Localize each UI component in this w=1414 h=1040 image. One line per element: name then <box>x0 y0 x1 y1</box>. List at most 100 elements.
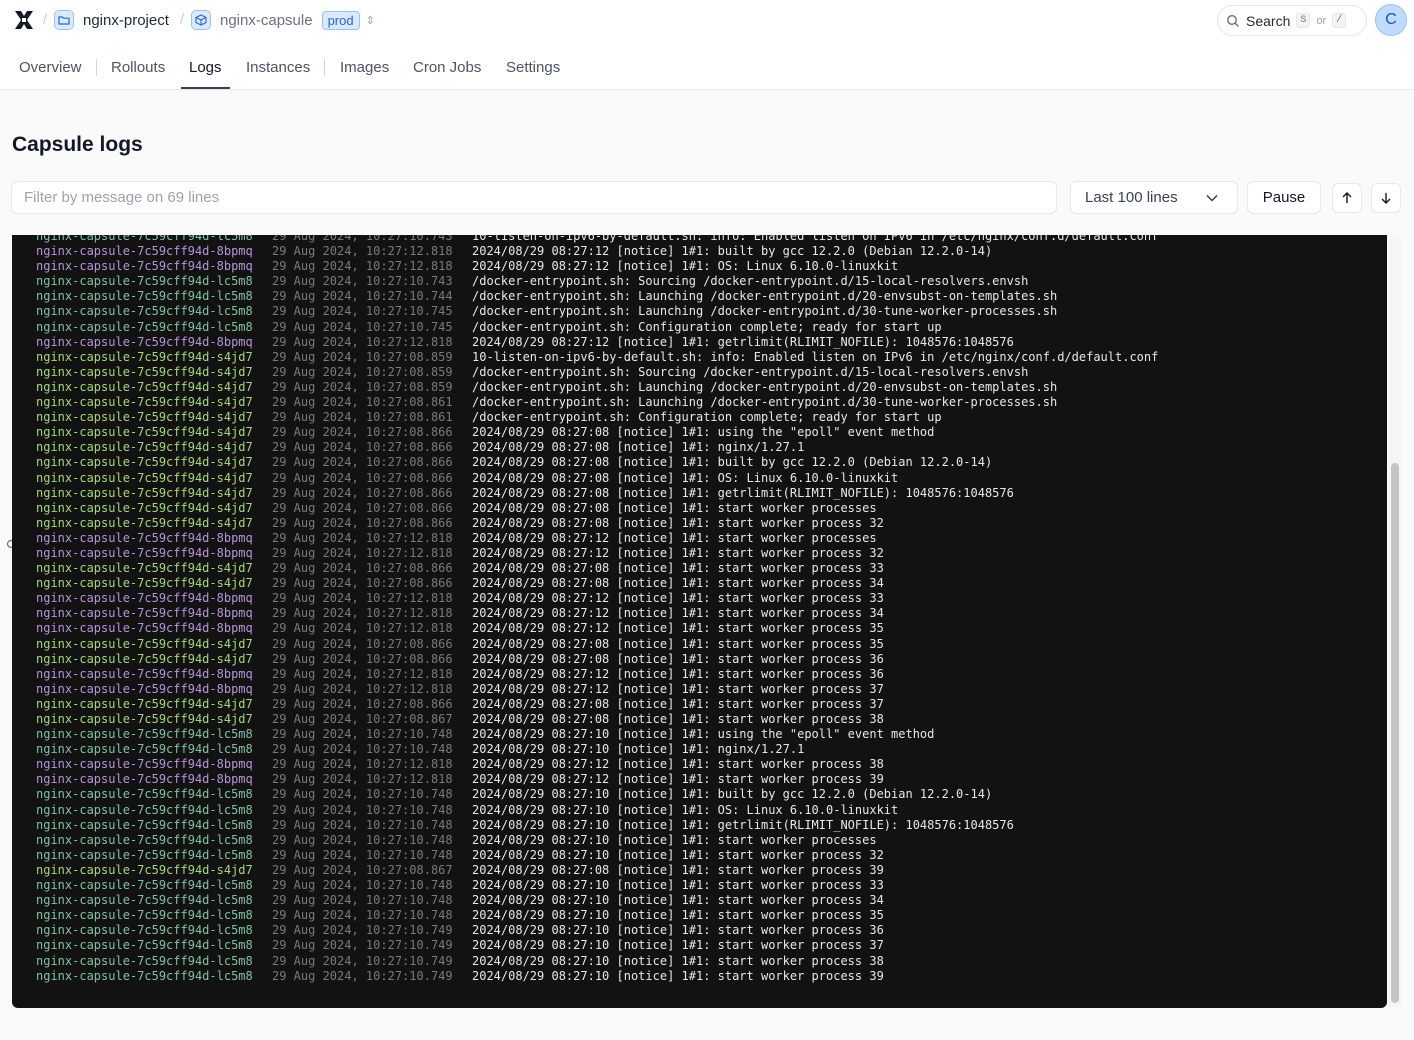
log-line: nginx-capsule-7c59cff94d-s4jd7 29 Aug 202… <box>12 365 1387 380</box>
log-line: nginx-capsule-7c59cff94d-lc5m8 29 Aug 202… <box>12 818 1387 833</box>
breadcrumb-capsule[interactable]: nginx-capsule prod ⇕ <box>191 9 375 31</box>
lines-select[interactable]: Last 100 lines <box>1070 181 1238 214</box>
search-button[interactable]: Search S or / <box>1217 5 1367 36</box>
log-instance: nginx-capsule-7c59cff94d-lc5m8 <box>36 878 253 893</box>
log-instance: nginx-capsule-7c59cff94d-s4jd7 <box>36 410 253 425</box>
log-instance: nginx-capsule-7c59cff94d-s4jd7 <box>36 651 253 666</box>
log-line: nginx-capsule-7c59cff94d-8bpmq 29 Aug 202… <box>12 621 1387 636</box>
log-instance: nginx-capsule-7c59cff94d-8bpmq <box>36 259 253 274</box>
log-filter-input[interactable] <box>11 181 1057 214</box>
scroll-to-bottom-button[interactable] <box>1371 183 1401 213</box>
log-line: nginx-capsule-7c59cff94d-8bpmq 29 Aug 202… <box>12 335 1387 350</box>
page-title: Capsule logs <box>12 133 143 156</box>
log-instance: nginx-capsule-7c59cff94d-lc5m8 <box>36 727 253 742</box>
log-timestamp: 29 Aug 2024, 10:27:12.818 <box>272 621 453 636</box>
log-timestamp: 29 Aug 2024, 10:27:10.748 <box>272 787 453 802</box>
log-line: nginx-capsule-7c59cff94d-8bpmq 29 Aug 202… <box>12 772 1387 787</box>
log-instance: nginx-capsule-7c59cff94d-lc5m8 <box>36 968 253 983</box>
tab-images[interactable]: Images <box>340 45 389 90</box>
log-scrollbar[interactable] <box>1389 235 1401 1008</box>
search-label: Search <box>1246 12 1291 29</box>
log-timestamp: 29 Aug 2024, 10:27:08.866 <box>272 440 453 455</box>
log-timestamp: 29 Aug 2024, 10:27:12.818 <box>272 606 453 621</box>
log-timestamp: 29 Aug 2024, 10:27:12.818 <box>272 259 453 274</box>
log-instance: nginx-capsule-7c59cff94d-lc5m8 <box>36 938 253 953</box>
log-line: nginx-capsule-7c59cff94d-lc5m8 29 Aug 202… <box>12 954 1387 969</box>
log-timestamp: 29 Aug 2024, 10:27:08.861 <box>272 410 453 425</box>
log-message: 10-listen-on-ipv6-by-default.sh: info: E… <box>472 349 1159 364</box>
log-line: nginx-capsule-7c59cff94d-s4jd7 29 Aug 202… <box>12 576 1387 591</box>
scrollbar-thumb[interactable] <box>1391 463 1399 1003</box>
log-line: nginx-capsule-7c59cff94d-s4jd7 29 Aug 202… <box>12 380 1387 395</box>
breadcrumb-project[interactable]: nginx-project <box>54 9 169 31</box>
log-line: nginx-capsule-7c59cff94d-lc5m8 29 Aug 202… <box>12 893 1387 908</box>
log-timestamp: 29 Aug 2024, 10:27:10.744 <box>272 289 453 304</box>
log-line: nginx-capsule-7c59cff94d-lc5m8 29 Aug 202… <box>12 274 1387 289</box>
log-lines: nginx-capsule-7c59cff94d-lc5m8 29 Aug 202… <box>12 235 1387 984</box>
log-line: nginx-capsule-7c59cff94d-lc5m8 29 Aug 202… <box>12 787 1387 802</box>
log-timestamp: 29 Aug 2024, 10:27:10.748 <box>272 878 453 893</box>
capsule-icon <box>191 10 211 30</box>
log-viewer[interactable]: nginx-capsule-7c59cff94d-lc5m8 29 Aug 202… <box>12 235 1387 1008</box>
log-message: 2024/08/29 08:27:08 [notice] 1#1: using … <box>472 425 935 440</box>
log-timestamp: 29 Aug 2024, 10:27:08.866 <box>272 576 453 591</box>
log-line: nginx-capsule-7c59cff94d-lc5m8 29 Aug 202… <box>12 727 1387 742</box>
log-line: nginx-capsule-7c59cff94d-8bpmq 29 Aug 202… <box>12 259 1387 274</box>
log-instance: nginx-capsule-7c59cff94d-lc5m8 <box>36 319 253 334</box>
rig-logo-icon[interactable] <box>13 9 35 31</box>
tab-logs[interactable]: Logs <box>189 45 222 90</box>
shortcut-or: or <box>1316 14 1327 27</box>
log-line: nginx-capsule-7c59cff94d-s4jd7 29 Aug 202… <box>12 712 1387 727</box>
user-avatar[interactable]: C <box>1375 4 1407 36</box>
tab-instances[interactable]: Instances <box>246 45 310 90</box>
tab-settings[interactable]: Settings <box>506 45 560 90</box>
log-message: 2024/08/29 08:27:10 [notice] 1#1: start … <box>472 968 884 983</box>
tab-overview[interactable]: Overview <box>19 45 82 90</box>
log-message: 2024/08/29 08:27:10 [notice] 1#1: OS: Li… <box>472 802 899 817</box>
lines-select-value: Last 100 lines <box>1085 189 1178 206</box>
log-timestamp: 29 Aug 2024, 10:27:12.818 <box>272 591 453 606</box>
log-timestamp: 29 Aug 2024, 10:27:08.866 <box>272 651 453 666</box>
log-timestamp: 29 Aug 2024, 10:27:10.748 <box>272 802 453 817</box>
log-message: 2024/08/29 08:27:12 [notice] 1#1: start … <box>472 621 884 636</box>
log-line: nginx-capsule-7c59cff94d-s4jd7 29 Aug 202… <box>12 652 1387 667</box>
chevron-up-down-icon[interactable]: ⇕ <box>366 14 375 27</box>
log-line: nginx-capsule-7c59cff94d-lc5m8 29 Aug 202… <box>12 848 1387 863</box>
pause-button[interactable]: Pause <box>1247 181 1321 214</box>
breadcrumb-separator: / <box>43 11 48 28</box>
log-message: 2024/08/29 08:27:12 [notice] 1#1: getrli… <box>472 334 1014 349</box>
log-timestamp: 29 Aug 2024, 10:27:12.818 <box>272 530 453 545</box>
log-message: 2024/08/29 08:27:08 [notice] 1#1: start … <box>472 862 884 877</box>
log-instance: nginx-capsule-7c59cff94d-lc5m8 <box>36 787 253 802</box>
log-instance: nginx-capsule-7c59cff94d-lc5m8 <box>36 304 253 319</box>
log-instance: nginx-capsule-7c59cff94d-lc5m8 <box>36 953 253 968</box>
log-line: nginx-capsule-7c59cff94d-lc5m8 29 Aug 202… <box>12 833 1387 848</box>
log-message: 2024/08/29 08:27:08 [notice] 1#1: start … <box>472 651 884 666</box>
log-instance: nginx-capsule-7c59cff94d-s4jd7 <box>36 696 253 711</box>
log-message: 2024/08/29 08:27:08 [notice] 1#1: built … <box>472 455 993 470</box>
log-message: 2024/08/29 08:27:08 [notice] 1#1: OS: Li… <box>472 470 899 485</box>
log-timestamp: 29 Aug 2024, 10:27:08.859 <box>272 379 453 394</box>
top-bar: / nginx-project / nginx-capsule prod ⇕ S… <box>0 0 1414 45</box>
log-timestamp: 29 Aug 2024, 10:27:10.743 <box>272 235 453 243</box>
log-message: /docker-entrypoint.sh: Sourcing /docker-… <box>472 364 1029 379</box>
log-instance: nginx-capsule-7c59cff94d-s4jd7 <box>36 395 253 410</box>
log-message: 2024/08/29 08:27:08 [notice] 1#1: start … <box>472 561 884 576</box>
log-message: 2024/08/29 08:27:10 [notice] 1#1: start … <box>472 878 884 893</box>
scroll-to-top-button[interactable] <box>1332 183 1362 213</box>
log-message: /docker-entrypoint.sh: Sourcing /docker-… <box>472 274 1029 289</box>
log-timestamp: 29 Aug 2024, 10:27:08.866 <box>272 500 453 515</box>
log-line: nginx-capsule-7c59cff94d-s4jd7 29 Aug 202… <box>12 697 1387 712</box>
log-message: 2024/08/29 08:27:10 [notice] 1#1: start … <box>472 953 884 968</box>
log-line: nginx-capsule-7c59cff94d-s4jd7 29 Aug 202… <box>12 440 1387 455</box>
log-line: nginx-capsule-7c59cff94d-lc5m8 29 Aug 202… <box>12 908 1387 923</box>
log-line: nginx-capsule-7c59cff94d-s4jd7 29 Aug 202… <box>12 395 1387 410</box>
log-line: nginx-capsule-7c59cff94d-s4jd7 29 Aug 202… <box>12 350 1387 365</box>
log-timestamp: 29 Aug 2024, 10:27:08.859 <box>272 364 453 379</box>
tab-cron-jobs[interactable]: Cron Jobs <box>413 45 481 90</box>
log-instance: nginx-capsule-7c59cff94d-lc5m8 <box>36 832 253 847</box>
tab-rollouts[interactable]: Rollouts <box>111 45 165 90</box>
environment-badge[interactable]: prod <box>321 10 360 30</box>
log-line: nginx-capsule-7c59cff94d-lc5m8 29 Aug 202… <box>12 938 1387 953</box>
log-timestamp: 29 Aug 2024, 10:27:10.749 <box>272 938 453 953</box>
